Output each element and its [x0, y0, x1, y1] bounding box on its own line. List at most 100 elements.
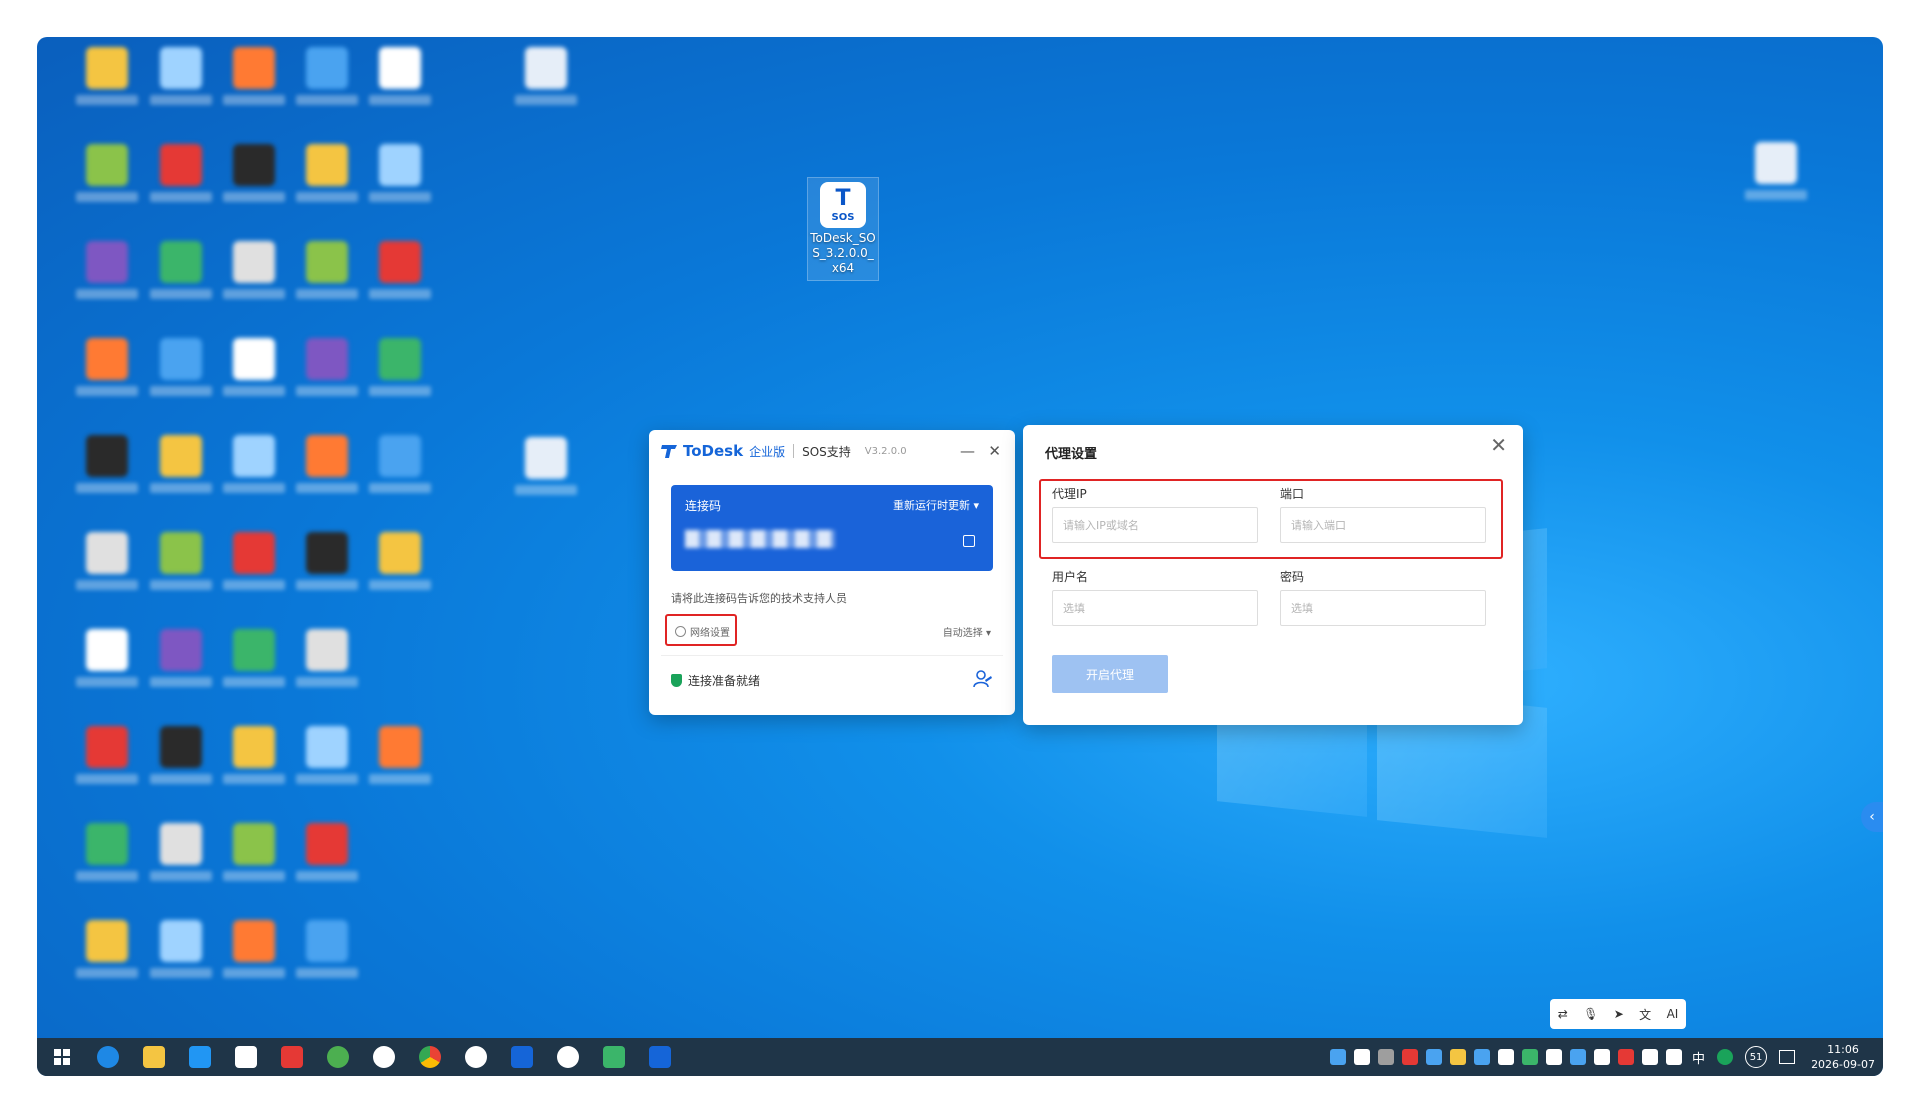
- desktop-icon[interactable]: [512, 47, 580, 105]
- desktop-icon[interactable]: [73, 920, 141, 978]
- desktop-icon[interactable]: [220, 241, 288, 299]
- desktop-icon[interactable]: [73, 726, 141, 784]
- desktop-icon[interactable]: [366, 144, 434, 202]
- desktop-icon[interactable]: [293, 435, 361, 493]
- desktop-icon[interactable]: [220, 726, 288, 784]
- desktop-icon[interactable]: [293, 338, 361, 396]
- tray-icon[interactable]: [1378, 1049, 1395, 1065]
- desktop-icon[interactable]: [147, 47, 215, 105]
- ime-tool-0[interactable]: ⇄: [1558, 1007, 1568, 1021]
- desktop-icon[interactable]: [366, 435, 434, 493]
- desktop-icon[interactable]: [220, 920, 288, 978]
- password-input[interactable]: [1280, 590, 1486, 626]
- desktop-icon[interactable]: [293, 920, 361, 978]
- tray-icon[interactable]: [1666, 1049, 1683, 1065]
- ime-tool-3[interactable]: 文: [1639, 1006, 1651, 1023]
- minimize-button[interactable]: —: [960, 442, 975, 460]
- qq-icon[interactable]: [557, 1046, 579, 1068]
- desktop-icon[interactable]: [147, 532, 215, 590]
- user-settings-icon[interactable]: [973, 670, 993, 688]
- tray-icon[interactable]: [1474, 1049, 1491, 1065]
- tray-icon[interactable]: [1330, 1049, 1347, 1065]
- desktop-icon[interactable]: [73, 532, 141, 590]
- desktop-icon[interactable]: [366, 532, 434, 590]
- desktop-icon[interactable]: [73, 144, 141, 202]
- app-icon-green[interactable]: [603, 1046, 625, 1068]
- desktop-icon[interactable]: [147, 920, 215, 978]
- desktop-icon[interactable]: [73, 629, 141, 687]
- desktop-icon[interactable]: [220, 47, 288, 105]
- desktop-icon[interactable]: [220, 629, 288, 687]
- wps-icon[interactable]: [281, 1046, 303, 1068]
- desktop-icon[interactable]: [147, 726, 215, 784]
- tray-icon[interactable]: [1450, 1049, 1467, 1065]
- desktop-icon[interactable]: [220, 435, 288, 493]
- desktop-icon[interactable]: [73, 435, 141, 493]
- desktop-icon[interactable]: [512, 437, 580, 495]
- desktop-icon[interactable]: [73, 47, 141, 105]
- todesk-sos-taskbar-icon[interactable]: [649, 1046, 671, 1068]
- desktop-icon[interactable]: [1742, 142, 1810, 200]
- wechat-tray-icon[interactable]: [1717, 1049, 1734, 1065]
- tray-icon[interactable]: [1570, 1049, 1587, 1065]
- tray-icon[interactable]: [1498, 1049, 1515, 1065]
- start-button[interactable]: [51, 1046, 73, 1068]
- app-icon-red[interactable]: [235, 1046, 257, 1068]
- desktop-icon[interactable]: [147, 629, 215, 687]
- desktop-icon[interactable]: [73, 823, 141, 881]
- notification-badge[interactable]: 51: [1745, 1046, 1768, 1068]
- desktop-icon[interactable]: [366, 241, 434, 299]
- chrome-icon[interactable]: [419, 1046, 441, 1068]
- enable-proxy-button[interactable]: 开启代理: [1052, 655, 1168, 693]
- ime-tool-4[interactable]: AI: [1667, 1007, 1679, 1021]
- desktop-icon[interactable]: [73, 241, 141, 299]
- desktop-icon[interactable]: [293, 532, 361, 590]
- desktop-icon[interactable]: [220, 532, 288, 590]
- tray-icon[interactable]: [1618, 1049, 1635, 1065]
- desktop-icon[interactable]: [293, 241, 361, 299]
- search-app-icon[interactable]: [189, 1046, 211, 1068]
- todesk-sos-shortcut[interactable]: T SOS ToDesk_SOS_3.2.0.0_x64: [807, 177, 879, 281]
- search-tool-icon[interactable]: [327, 1046, 349, 1068]
- tray-icon[interactable]: [1642, 1049, 1659, 1065]
- browser-icon[interactable]: [373, 1046, 395, 1068]
- desktop-icon[interactable]: [147, 144, 215, 202]
- desktop-icon[interactable]: [73, 338, 141, 396]
- close-button[interactable]: ✕: [1490, 435, 1507, 455]
- desktop-icon[interactable]: [366, 47, 434, 105]
- ime-tool-2[interactable]: ➤: [1614, 1007, 1624, 1021]
- copy-icon[interactable]: [963, 535, 975, 547]
- desktop-icon[interactable]: [147, 241, 215, 299]
- todesk-taskbar-icon[interactable]: [511, 1046, 533, 1068]
- app-icon-black[interactable]: [465, 1046, 487, 1068]
- desktop-icon[interactable]: [293, 823, 361, 881]
- clock[interactable]: 11:06 2026-09-07: [1811, 1042, 1875, 1072]
- refresh-policy-dropdown[interactable]: 重新运行时更新 ▾: [893, 497, 979, 513]
- desktop-icon[interactable]: [147, 823, 215, 881]
- side-panel-toggle[interactable]: ‹: [1861, 802, 1883, 832]
- desktop-icon[interactable]: [147, 338, 215, 396]
- desktop-icon[interactable]: [293, 144, 361, 202]
- desktop-icon[interactable]: [220, 823, 288, 881]
- tray-icon[interactable]: [1522, 1049, 1539, 1065]
- desktop-icon[interactable]: [220, 144, 288, 202]
- ime-tool-1[interactable]: 🎙: [1583, 1007, 1598, 1021]
- screen-icon[interactable]: [1779, 1050, 1796, 1064]
- close-button[interactable]: ✕: [988, 442, 1001, 460]
- desktop-icon[interactable]: [293, 629, 361, 687]
- desktop-icon[interactable]: [220, 338, 288, 396]
- tray-icon[interactable]: [1402, 1049, 1419, 1065]
- tray-icon[interactable]: [1594, 1049, 1611, 1065]
- desktop-icon[interactable]: [366, 726, 434, 784]
- edge-icon[interactable]: [97, 1046, 119, 1068]
- desktop-icon[interactable]: [366, 338, 434, 396]
- desktop-icon[interactable]: [293, 47, 361, 105]
- file-explorer-icon[interactable]: [143, 1046, 165, 1068]
- tray-icon[interactable]: [1354, 1049, 1371, 1065]
- auto-select-dropdown[interactable]: 自动选择 ▾: [943, 624, 991, 639]
- tray-icon[interactable]: [1426, 1049, 1443, 1065]
- desktop-icon[interactable]: [147, 435, 215, 493]
- desktop-icon[interactable]: [293, 726, 361, 784]
- ime-language[interactable]: 中: [1692, 1048, 1705, 1067]
- username-input[interactable]: [1052, 590, 1258, 626]
